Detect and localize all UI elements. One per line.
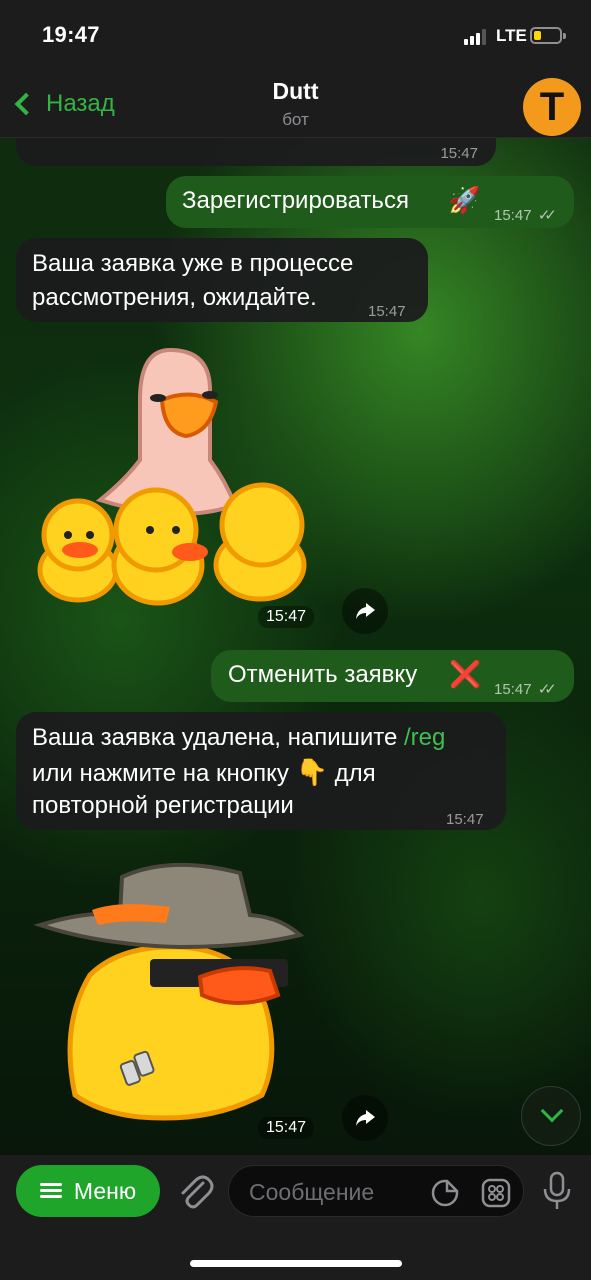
message-time: 15:47 [368, 303, 406, 320]
read-checks-icon: ✓✓ [537, 207, 557, 224]
message-input[interactable]: Сообщение [228, 1165, 524, 1217]
message-bubble-cancel[interactable]: Отменить заявку ❌ 15:47 ✓✓ [211, 650, 574, 702]
message-text-line2: рассмотрения, ожидайте. [32, 284, 317, 311]
message-text: или нажмите на кнопку [32, 760, 289, 787]
share-button[interactable] [342, 588, 388, 634]
command-icon[interactable] [480, 1177, 512, 1209]
chat-header: Назад Dutt бот T [0, 70, 591, 138]
message-bubble-in-review[interactable]: Ваша заявка уже в процессе рассмотрения,… [16, 238, 428, 322]
input-bar: Меню Сообщение [0, 1155, 591, 1280]
share-icon [356, 1110, 375, 1126]
message-meta: 15:47 ✓✓ [494, 200, 557, 232]
chat-subtitle: бот [282, 110, 309, 129]
sticker-duck-family[interactable]: 15:47 [30, 340, 320, 628]
message-text-line2: или нажмите на кнопку 👇 для [32, 756, 376, 790]
message-time: 15:47 [258, 1117, 315, 1139]
cross-mark-emoji: ❌ [449, 659, 482, 689]
message-input-placeholder: Сообщение [249, 1179, 375, 1205]
chevron-down-icon [540, 1099, 564, 1123]
chat-title[interactable]: Dutt [0, 78, 591, 105]
message-text: Ваша заявка удалена, напишите [32, 724, 398, 751]
status-time: 19:47 [42, 22, 100, 47]
status-bar: 19:47 LTE [0, 0, 591, 70]
message-meta: 15:47 ✓✓ [494, 674, 557, 706]
message-time: 15:47 [446, 811, 484, 828]
message-text-line1: Ваша заявка удалена, напишите /reg [32, 722, 445, 754]
point-down-emoji: 👇 [295, 757, 328, 787]
home-indicator [190, 1260, 402, 1267]
rocket-emoji: 🚀 [448, 185, 481, 215]
reg-command-link[interactable]: /reg [404, 724, 445, 751]
scroll-to-bottom-button[interactable] [521, 1086, 581, 1146]
message-time: 15:47 [440, 145, 478, 162]
network-type: LTE [496, 26, 527, 45]
menu-label: Меню [73, 1177, 137, 1204]
message-time: 15:47 [494, 681, 532, 698]
message-bubble-deleted[interactable]: Ваша заявка удалена, напишите /reg или н… [16, 712, 506, 830]
message-time: 15:47 [494, 207, 532, 224]
share-icon [356, 603, 375, 619]
menu-icon [39, 1183, 62, 1199]
message-text: Зарегистрироваться [182, 187, 409, 214]
bot-menu-button[interactable]: Меню [16, 1165, 160, 1217]
share-button[interactable] [342, 1095, 388, 1141]
message-text: для [334, 760, 376, 787]
battery-icon [530, 27, 566, 44]
microphone-icon[interactable] [540, 1171, 574, 1211]
message-bubble-register[interactable]: Зарегистрироваться 🚀 15:47 ✓✓ [166, 176, 574, 228]
sticker-icon[interactable] [430, 1178, 460, 1208]
message-time: 15:47 [258, 606, 315, 628]
sticker-duck-hat[interactable]: 15:47 [30, 855, 320, 1145]
bot-avatar[interactable]: T [523, 78, 581, 136]
message-text-line3: повторной регистрации [32, 792, 294, 819]
read-checks-icon: ✓✓ [537, 681, 557, 698]
duck-hat-sticker-image [33, 862, 305, 1121]
duck-family-sticker-image [37, 347, 307, 606]
message-text: Отменить заявку [228, 661, 418, 688]
message-text-line1: Ваша заявка уже в процессе [32, 250, 354, 277]
paperclip-icon[interactable] [175, 1171, 215, 1211]
signal-icon [464, 29, 490, 45]
